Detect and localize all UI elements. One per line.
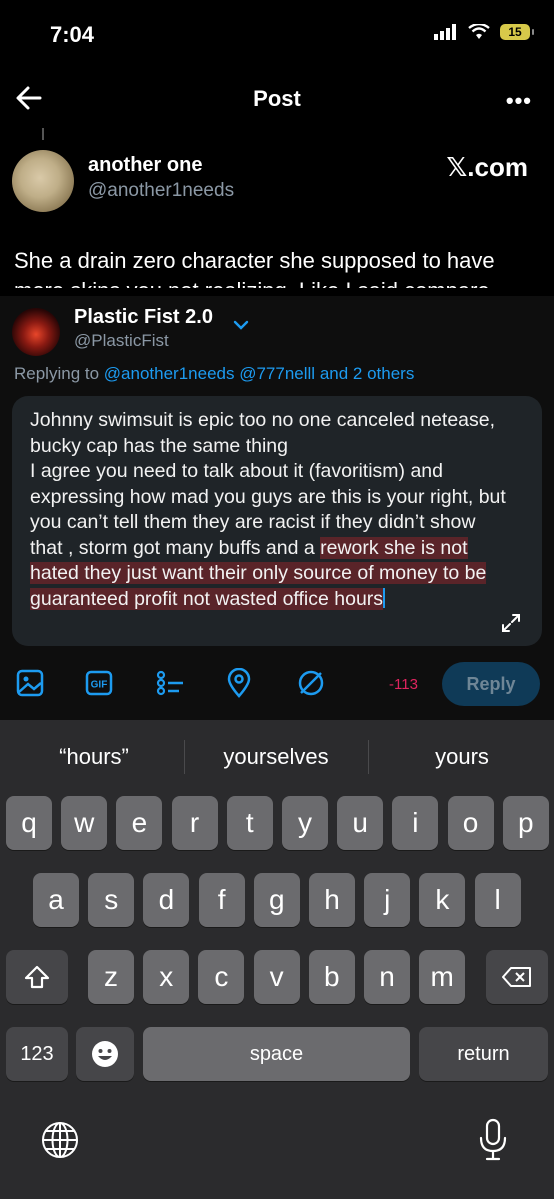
globe-icon[interactable] [40, 1120, 80, 1160]
chevron-down-icon[interactable] [232, 318, 250, 332]
key-q[interactable]: q [6, 796, 52, 850]
key-l[interactable]: l [474, 873, 521, 927]
key-p[interactable]: p [502, 796, 549, 850]
return-key[interactable]: return [419, 1027, 548, 1081]
key-c[interactable]: c [198, 950, 245, 1004]
reply-text[interactable]: Johnny swimsuit is epic too no one cance… [30, 408, 510, 612]
expand-icon[interactable] [500, 612, 522, 634]
x-com-watermark: 𝕏.com [446, 152, 528, 182]
replying-others[interactable]: and 2 others [320, 364, 415, 383]
key-e[interactable]: e [116, 796, 163, 850]
battery-level: 15 [508, 25, 522, 39]
key-z[interactable]: z [88, 950, 134, 1004]
status-time: 7:04 [50, 22, 95, 47]
status-icons: 15 [434, 24, 534, 40]
reply-button[interactable]: Reply [442, 662, 540, 706]
key-t[interactable]: t [226, 796, 273, 850]
page-title: Post [253, 86, 301, 111]
key-o[interactable]: o [447, 796, 494, 850]
shift-key[interactable] [6, 950, 68, 1004]
microphone-icon[interactable] [478, 1118, 508, 1162]
key-w[interactable]: w [61, 796, 108, 850]
space-key[interactable]: space [143, 1027, 410, 1081]
emoji-icon [92, 1041, 118, 1067]
shift-icon [24, 965, 50, 989]
post-text: She a drain zero character she supposed … [14, 248, 495, 288]
numbers-key[interactable]: 123 [6, 1027, 68, 1081]
text-cursor [383, 587, 386, 608]
backspace-icon [502, 967, 531, 987]
key-s[interactable]: s [88, 873, 135, 927]
gif-icon[interactable]: GIF [84, 668, 114, 698]
character-count-icon [298, 670, 324, 696]
key-b[interactable]: b [308, 950, 355, 1004]
suggestion-divider [184, 740, 185, 774]
image-icon[interactable] [15, 668, 45, 698]
avatar[interactable] [12, 150, 74, 212]
reply-avatar[interactable] [12, 308, 60, 356]
thread-line [42, 128, 44, 140]
key-d[interactable]: d [143, 873, 190, 927]
key-a[interactable]: a [33, 873, 79, 927]
key-i[interactable]: i [392, 796, 439, 850]
replying-to[interactable]: Replying to @another1needs @777nelll and… [14, 364, 414, 384]
suggestion-divider [368, 740, 369, 774]
suggestion-1[interactable]: “hours” [14, 744, 174, 770]
reply-author-handle: @PlasticFist [74, 331, 169, 350]
key-g[interactable]: g [253, 873, 300, 927]
suggestion-3[interactable]: yours [382, 744, 542, 770]
key-f[interactable]: f [198, 873, 245, 927]
key-v[interactable]: v [253, 950, 300, 1004]
wifi-icon [468, 24, 490, 39]
key-h[interactable]: h [309, 873, 355, 927]
author-name[interactable]: another one [88, 154, 202, 177]
delete-key[interactable] [486, 950, 548, 1004]
emoji-key[interactable] [76, 1027, 134, 1081]
location-icon[interactable] [224, 668, 254, 698]
character-counter: -113 [389, 676, 418, 693]
reply-author-name: Plastic Fist 2.0 [74, 306, 213, 328]
battery-icon: 15 [500, 24, 534, 40]
key-j[interactable]: j [364, 873, 411, 927]
key-u[interactable]: u [337, 796, 384, 850]
key-n[interactable]: n [364, 950, 410, 1004]
suggestion-2[interactable]: yourselves [196, 744, 356, 770]
key-k[interactable]: k [419, 873, 466, 927]
key-m[interactable]: m [419, 950, 466, 1004]
poll-icon[interactable] [155, 668, 185, 698]
replying-mentions[interactable]: @another1needs @777nelll [104, 364, 315, 383]
svg-text:GIF: GIF [91, 680, 108, 691]
key-r[interactable]: r [171, 796, 218, 850]
more-options-button[interactable]: ••• [506, 88, 532, 114]
key-x[interactable]: x [143, 950, 190, 1004]
signal-icon [434, 24, 456, 40]
author-handle[interactable]: @another1needs [88, 180, 234, 202]
replying-prefix: Replying to [14, 364, 100, 383]
key-y[interactable]: y [282, 796, 328, 850]
